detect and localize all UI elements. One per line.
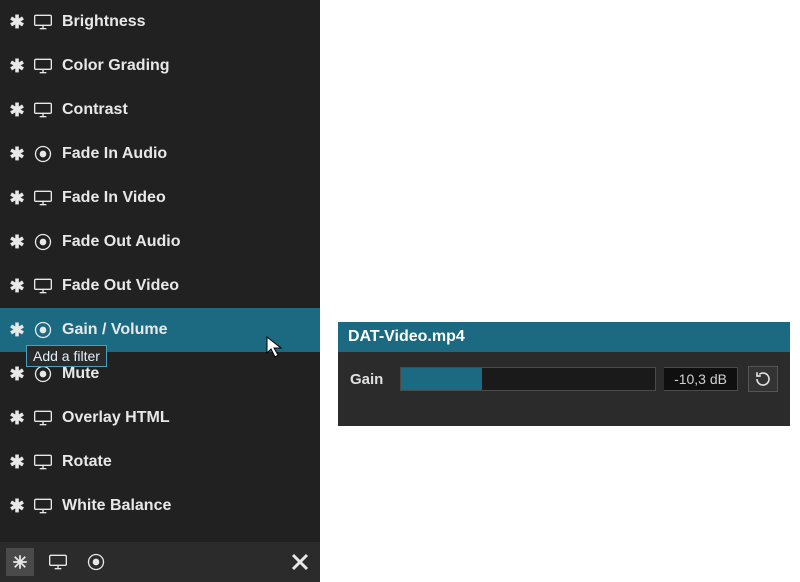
gain-slider-fill: [401, 368, 482, 390]
asterisk-icon: ✱: [8, 276, 26, 297]
monitor-icon: [33, 277, 53, 295]
filter-item[interactable]: ✱ Rotate: [0, 440, 320, 484]
monitor-icon: [33, 189, 53, 207]
filter-item-label: Fade In Video: [62, 189, 166, 207]
gain-slider-track: [482, 368, 655, 390]
filter-item[interactable]: ✱ Fade Out Video: [0, 264, 320, 308]
audio-type-icon: [32, 143, 54, 165]
asterisk-icon: ✱: [8, 144, 26, 165]
undo-icon: [754, 370, 772, 388]
filter-item[interactable]: ✱ White Balance: [0, 484, 320, 528]
asterisk-icon: [11, 553, 29, 571]
video-type-icon: [32, 55, 54, 77]
filter-item[interactable]: ✱ Contrast: [0, 88, 320, 132]
filter-item-label: Color Grading: [62, 57, 170, 75]
audio-filter-button[interactable]: [82, 548, 110, 576]
audio-type-icon: [32, 363, 54, 385]
filter-item[interactable]: ✱ Fade Out Audio: [0, 220, 320, 264]
video-type-icon: [32, 407, 54, 429]
asterisk-icon: ✱: [8, 232, 26, 253]
monitor-icon: [33, 409, 53, 427]
right-pane: DAT-Video.mp4 Gain -10,3 dB: [320, 0, 800, 582]
asterisk-icon: ✱: [8, 100, 26, 121]
filter-item[interactable]: ✱ Color Grading: [0, 44, 320, 88]
filter-item-label: Fade In Audio: [62, 145, 167, 163]
monitor-icon: [33, 453, 53, 471]
filter-item-label: Fade Out Video: [62, 277, 179, 295]
filter-item-label: Fade Out Audio: [62, 233, 181, 251]
monitor-icon: [33, 13, 53, 31]
target-icon: [86, 552, 106, 572]
filter-item-label: Gain / Volume: [62, 321, 168, 339]
video-type-icon: [32, 187, 54, 209]
gain-value[interactable]: -10,3 dB: [664, 367, 738, 391]
filter-item-label: Rotate: [62, 453, 112, 471]
filter-item-label: White Balance: [62, 497, 171, 515]
filter-item[interactable]: ✱ Gain / Volume: [0, 308, 320, 352]
video-filter-button[interactable]: [44, 548, 72, 576]
audio-type-icon: [32, 231, 54, 253]
filter-item[interactable]: ✱ Brightness: [0, 0, 320, 44]
filter-item[interactable]: ✱ Overlay HTML: [0, 396, 320, 440]
video-type-icon: [32, 275, 54, 297]
filter-item[interactable]: ✱ Fade In Video: [0, 176, 320, 220]
filter-item-label: Brightness: [62, 13, 146, 31]
monitor-icon: [33, 101, 53, 119]
target-icon: [33, 144, 53, 164]
properties-panel: DAT-Video.mp4 Gain -10,3 dB: [338, 322, 790, 426]
filter-item-label: Overlay HTML: [62, 409, 170, 427]
target-icon: [33, 364, 53, 384]
asterisk-icon: ✱: [8, 364, 26, 385]
target-icon: [33, 320, 53, 340]
gain-reset-button[interactable]: [748, 366, 778, 392]
asterisk-icon: ✱: [8, 56, 26, 77]
gain-label: Gain: [350, 371, 400, 388]
filters-panel: ✱ Brightness ✱ Color Grading ✱ Contrast ✱ Fade …: [0, 0, 320, 582]
filters-toolbar: [0, 542, 320, 582]
asterisk-icon: ✱: [8, 496, 26, 517]
filter-item[interactable]: ✱ Fade In Audio: [0, 132, 320, 176]
gain-slider[interactable]: [400, 367, 656, 391]
filter-item-label: Mute: [62, 365, 99, 383]
filters-list: ✱ Brightness ✱ Color Grading ✱ Contrast ✱ Fade …: [0, 0, 320, 542]
asterisk-icon: ✱: [8, 320, 26, 341]
target-icon: [33, 232, 53, 252]
asterisk-icon: ✱: [8, 188, 26, 209]
video-type-icon: [32, 495, 54, 517]
video-type-icon: [32, 11, 54, 33]
monitor-icon: [33, 57, 53, 75]
monitor-icon: [33, 497, 53, 515]
close-button[interactable]: [286, 548, 314, 576]
monitor-icon: [48, 553, 68, 571]
gain-row: Gain -10,3 dB: [338, 352, 790, 392]
filter-item[interactable]: ✱ Mute: [0, 352, 320, 396]
filter-item-label: Contrast: [62, 101, 128, 119]
asterisk-icon: ✱: [8, 452, 26, 473]
audio-type-icon: [32, 319, 54, 341]
properties-title: DAT-Video.mp4: [338, 322, 790, 352]
asterisk-icon: ✱: [8, 12, 26, 33]
favorite-filter-button[interactable]: [6, 548, 34, 576]
video-type-icon: [32, 451, 54, 473]
asterisk-icon: ✱: [8, 408, 26, 429]
video-type-icon: [32, 99, 54, 121]
